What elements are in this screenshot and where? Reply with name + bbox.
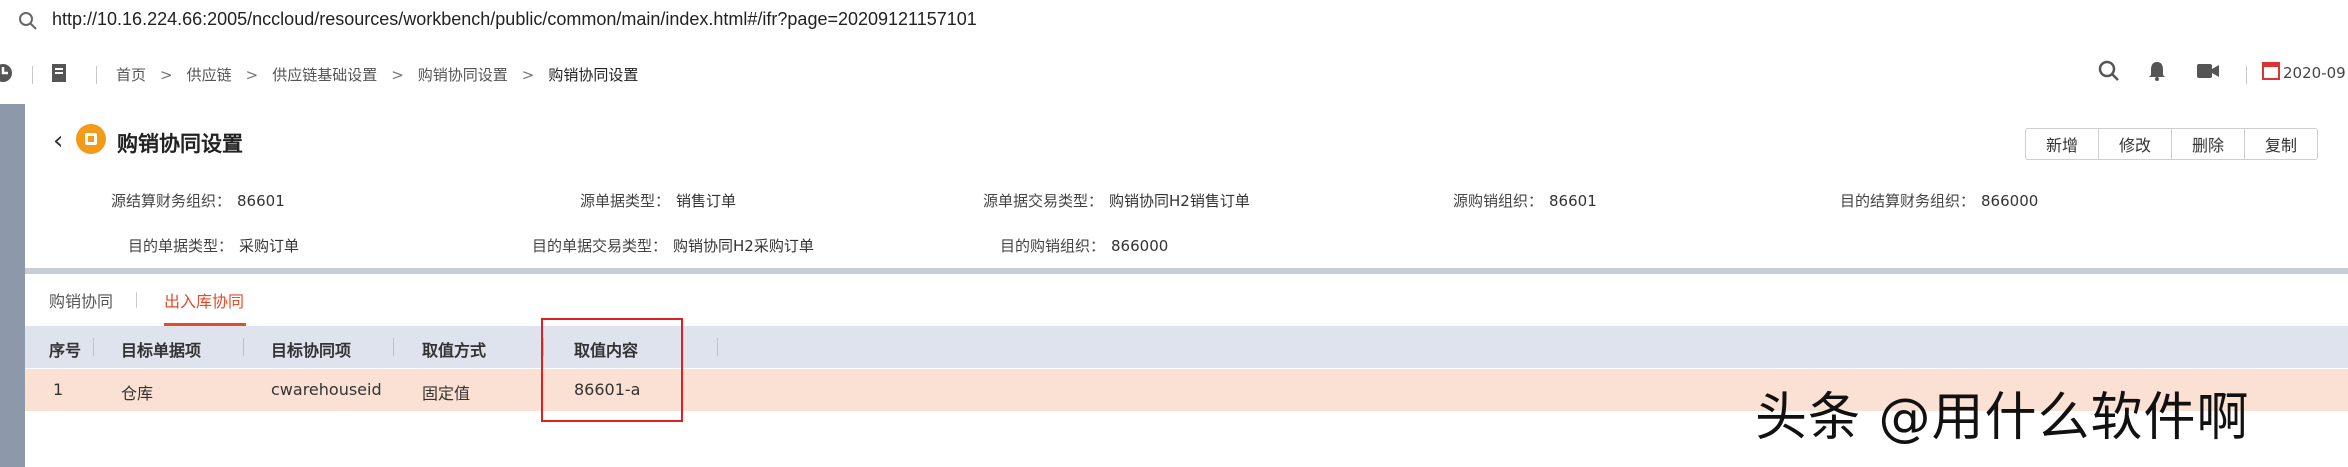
info-field: 目的结算财务组织： 866000 bbox=[1840, 192, 2039, 210]
table-header: 序号 目标单据项 目标协同项 取值方式 取值内容 bbox=[25, 326, 2348, 368]
info-field: 源购销组织： 86601 bbox=[1453, 192, 1597, 210]
info-field: 源结算财务组织： 86601 bbox=[111, 192, 285, 210]
edit-button[interactable]: 修改 bbox=[2098, 128, 2172, 160]
document-icon[interactable] bbox=[50, 62, 70, 88]
clock-icon[interactable] bbox=[0, 62, 14, 88]
info-field: 目的单据交易类型： 购销协同H2采购订单 bbox=[532, 237, 814, 255]
column-header[interactable]: 取值方式 bbox=[422, 337, 486, 361]
top-nav: 首页 > 供应链 > 供应链基础设置 > 购销协同设置 > 购销协同设置 202… bbox=[0, 44, 2348, 105]
nav-divider bbox=[96, 66, 97, 84]
breadcrumb-home[interactable]: 首页 bbox=[116, 64, 146, 85]
tab-purchase-sales[interactable]: 购销协同 bbox=[49, 288, 113, 312]
cell-target-item: 仓库 bbox=[121, 384, 154, 403]
breadcrumb-current: 购销协同设置 bbox=[548, 66, 639, 84]
app-icon bbox=[75, 123, 107, 159]
column-divider[interactable] bbox=[93, 338, 94, 356]
date-display: 2020-09 bbox=[2283, 64, 2346, 82]
chevron-right-icon: > bbox=[160, 65, 173, 84]
header-info: 源结算财务组织： 86601 源单据类型： 销售订单 源单据交易类型： 购销协同H2销… bbox=[25, 174, 2348, 264]
back-arrow-icon[interactable]: ‹ bbox=[53, 126, 63, 156]
column-divider[interactable] bbox=[717, 338, 718, 356]
info-field: 源单据交易类型： 购销协同H2销售订单 bbox=[983, 192, 1250, 210]
tab-bar: 购销协同 出入库协同 bbox=[25, 274, 2348, 327]
breadcrumb-base-settings[interactable]: 供应链基础设置 bbox=[272, 64, 377, 85]
cell-index: 1 bbox=[53, 380, 64, 399]
toolbar: 新增 修改 删除 复制 bbox=[2025, 128, 2318, 160]
nav-divider bbox=[2246, 66, 2247, 84]
watermark: 头条 @用什么软件啊 bbox=[1755, 388, 2250, 448]
copy-button[interactable]: 复制 bbox=[2244, 128, 2318, 160]
title-bar: ‹ 购销协同设置 新增 修改 删除 复制 bbox=[25, 114, 2348, 170]
search-icon bbox=[18, 11, 38, 35]
nav-divider bbox=[32, 66, 33, 84]
search-icon[interactable] bbox=[2098, 60, 2120, 86]
annotation-highlight-box bbox=[541, 318, 683, 422]
column-divider[interactable] bbox=[393, 338, 394, 356]
cell-value-method: 固定值 bbox=[422, 384, 471, 403]
column-header[interactable]: 序号 bbox=[49, 337, 81, 361]
column-divider[interactable] bbox=[243, 338, 244, 356]
breadcrumb-supply-chain[interactable]: 供应链 bbox=[187, 64, 232, 85]
chevron-right-icon: > bbox=[521, 65, 535, 84]
video-icon[interactable] bbox=[2196, 60, 2220, 86]
delete-button[interactable]: 删除 bbox=[2171, 128, 2245, 160]
info-field: 目的购销组织： 866000 bbox=[1000, 237, 1169, 255]
column-header[interactable]: 目标协同项 bbox=[271, 337, 351, 361]
tab-divider bbox=[136, 292, 137, 308]
calendar-icon[interactable] bbox=[2262, 60, 2280, 84]
info-field: 目的单据类型： 采购订单 bbox=[128, 237, 300, 255]
tab-stock-collab[interactable]: 出入库协同 bbox=[164, 288, 244, 312]
cell-collab-item: cwarehouseid bbox=[271, 380, 382, 399]
column-header[interactable]: 目标单据项 bbox=[121, 337, 201, 361]
breadcrumb-collab-settings[interactable]: 购销协同设置 bbox=[418, 64, 508, 85]
address-bar[interactable]: http://10.16.224.66:2005/nccloud/resourc… bbox=[0, 0, 2348, 45]
breadcrumb: 首页 > 供应链 > 供应链基础设置 > 购销协同设置 > 购销协同设置 bbox=[116, 64, 638, 85]
info-field: 源单据类型： 销售订单 bbox=[580, 192, 737, 210]
chevron-right-icon: > bbox=[245, 65, 259, 84]
page-title: 购销协同设置 bbox=[117, 132, 243, 156]
bell-icon[interactable] bbox=[2146, 60, 2168, 86]
url-text[interactable]: http://10.16.224.66:2005/nccloud/resourc… bbox=[52, 9, 977, 30]
add-button[interactable]: 新增 bbox=[2025, 128, 2099, 160]
chevron-right-icon: > bbox=[391, 65, 404, 84]
